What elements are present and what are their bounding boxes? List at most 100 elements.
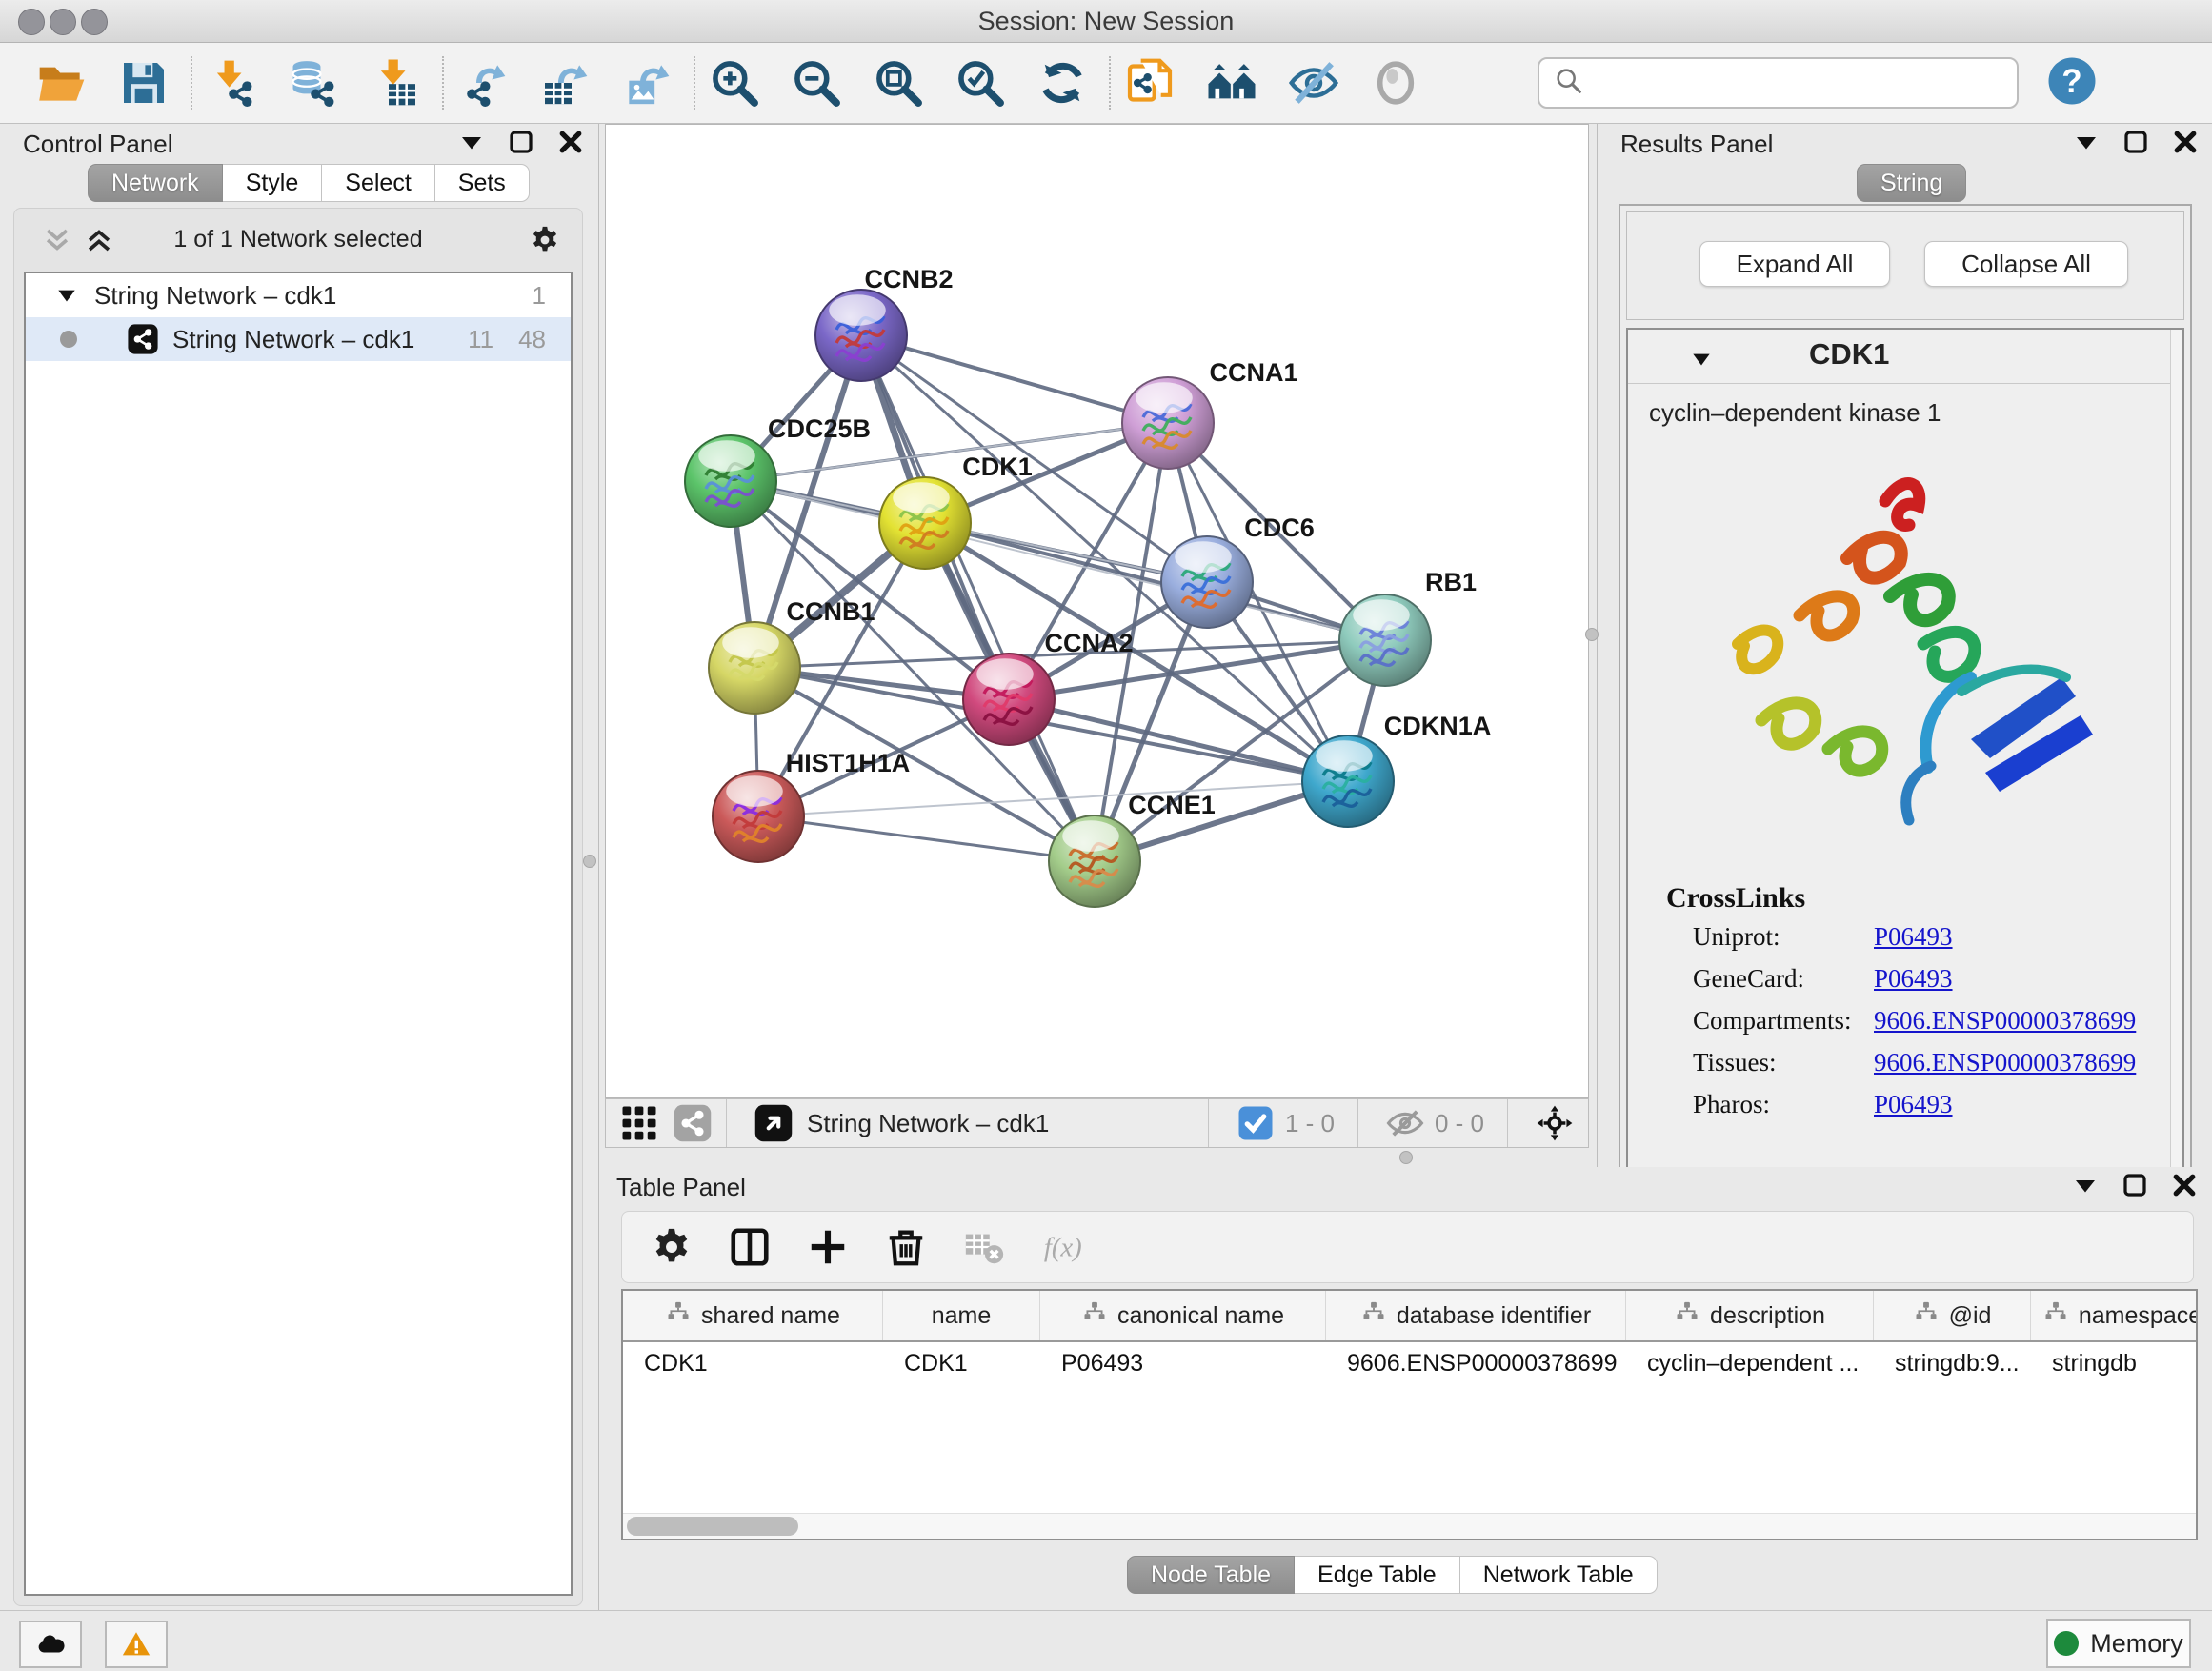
tab-node-table[interactable]: Node Table: [1127, 1556, 1295, 1594]
show-columns-icon[interactable]: [727, 1222, 773, 1272]
table-panel-menu-icon[interactable]: [2071, 1171, 2100, 1206]
results-panel-title: Results Panel: [1620, 130, 1773, 159]
tab-edge-table[interactable]: Edge Table: [1295, 1556, 1460, 1594]
table-horizontal-scrollbar[interactable]: [623, 1513, 2196, 1539]
save-button[interactable]: [116, 54, 171, 111]
network-collection-row[interactable]: String Network – cdk1 1: [26, 273, 571, 317]
table-panel-float-icon[interactable]: [2121, 1171, 2149, 1206]
selected-checkbox-icon[interactable]: [1236, 1103, 1276, 1143]
left-splitter-handle[interactable]: [583, 855, 596, 868]
column-header-name[interactable]: name: [883, 1291, 1040, 1340]
show-eye-button[interactable]: [1368, 54, 1423, 111]
network-node-CCNE1[interactable]: [1049, 815, 1140, 907]
crosslink-label: Tissues:: [1693, 1048, 1777, 1077]
fit-selected-crosshair-icon[interactable]: [1535, 1103, 1575, 1143]
results-panel-close-icon[interactable]: [2171, 128, 2200, 163]
tab-network-table[interactable]: Network Table: [1460, 1556, 1658, 1594]
table-row[interactable]: CDK1CDK1P064939606.ENSP00000378699cyclin…: [623, 1342, 2196, 1384]
crosslink-link[interactable]: 9606.ENSP00000378699: [1874, 1048, 2136, 1077]
function-builder-icon[interactable]: f(x): [1039, 1222, 1085, 1272]
network-node-RB1[interactable]: [1339, 594, 1431, 686]
column-header-canonical-name[interactable]: canonical name: [1040, 1291, 1326, 1340]
results-panel-menu-icon[interactable]: [2072, 128, 2101, 163]
crosslink-link[interactable]: P06493: [1874, 1090, 1953, 1119]
export-image-button[interactable]: [619, 54, 674, 111]
network-edge-CCNE1-HIST1H1A[interactable]: [758, 816, 1095, 861]
column-header-database-identifier[interactable]: database identifier: [1326, 1291, 1626, 1340]
table-options-gear-icon[interactable]: [649, 1222, 694, 1272]
grid-view-icon[interactable]: [619, 1103, 659, 1143]
search-box[interactable]: [1538, 57, 2019, 109]
zoom-selected-button[interactable]: [953, 54, 1008, 111]
memory-button[interactable]: Memory: [2046, 1619, 2191, 1668]
network-node-HIST1H1A[interactable]: [713, 771, 804, 862]
tab-select[interactable]: Select: [322, 164, 434, 202]
table-cell: cyclin–dependent ...: [1626, 1350, 1874, 1378]
tab-sets[interactable]: Sets: [435, 164, 530, 202]
delete-column-icon[interactable]: [883, 1222, 929, 1272]
delete-table-icon[interactable]: [961, 1222, 1007, 1272]
tab-style[interactable]: Style: [223, 164, 323, 202]
crosslink-label: Pharos:: [1693, 1090, 1770, 1118]
results-vertical-scrollbar[interactable]: [2170, 330, 2182, 1172]
network-node-CDC25B[interactable]: [685, 435, 776, 527]
scrollbar-thumb[interactable]: [627, 1517, 798, 1536]
add-column-icon[interactable]: [805, 1222, 851, 1272]
right-splitter-handle[interactable]: [1585, 628, 1599, 641]
control-panel-float-icon[interactable]: [507, 128, 535, 163]
export-network-button[interactable]: [455, 54, 511, 111]
control-panel-menu-icon[interactable]: [457, 128, 486, 163]
tab-network[interactable]: Network: [88, 164, 223, 202]
refresh-button[interactable]: [1035, 54, 1090, 111]
results-panel-float-icon[interactable]: [2122, 128, 2150, 163]
collapse-all-button[interactable]: Collapse All: [1924, 241, 2128, 287]
table-panel-close-icon[interactable]: [2170, 1171, 2199, 1206]
crosslink-link[interactable]: P06493: [1874, 922, 1953, 952]
import-database-button[interactable]: [286, 54, 341, 111]
shared-column-icon: [665, 1299, 701, 1333]
import-network-button[interactable]: [204, 54, 259, 111]
network-node-CDKN1A[interactable]: [1302, 735, 1394, 827]
clone-network-button[interactable]: [1122, 54, 1177, 111]
network-node-CDC6[interactable]: [1161, 536, 1253, 628]
network-node-CDK1[interactable]: [879, 477, 971, 569]
zoom-fit-button[interactable]: [871, 54, 926, 111]
network-graph[interactable]: CCNB2CCNA1CDC25BCDK1CDC6RB1CCNB1CCNA2CDK…: [606, 125, 1588, 1097]
column-header--id[interactable]: @id: [1874, 1291, 2031, 1340]
network-node-CCNA2[interactable]: [963, 654, 1055, 745]
crosslink-link[interactable]: 9606.ENSP00000378699: [1874, 1006, 2136, 1036]
hide-eye-slash-button[interactable]: [1286, 54, 1341, 111]
export-table-button[interactable]: [537, 54, 593, 111]
help-button[interactable]: ?: [2045, 54, 2099, 112]
network-overview-houses-button[interactable]: [1204, 54, 1259, 111]
node-label-RB1: RB1: [1425, 568, 1477, 596]
network-node-CCNB2[interactable]: [815, 290, 907, 381]
open-folder-button[interactable]: [34, 54, 90, 111]
zoom-in-button[interactable]: [707, 54, 762, 111]
cloud-status-button[interactable]: [19, 1621, 82, 1668]
hidden-eye-slash-icon[interactable]: [1385, 1103, 1425, 1143]
expand-all-button[interactable]: Expand All: [1699, 241, 1890, 287]
birdseye-view-icon[interactable]: [754, 1103, 794, 1143]
network-node-CCNA1[interactable]: [1122, 377, 1214, 469]
zoom-out-button[interactable]: [789, 54, 844, 111]
import-table-button[interactable]: [368, 54, 423, 111]
network-edge-CCNB2-CCNE1[interactable]: [861, 335, 1095, 861]
warning-status-button[interactable]: [105, 1621, 168, 1668]
network-row-selected[interactable]: String Network – cdk1 11 48: [26, 317, 571, 361]
search-input[interactable]: [1585, 69, 2017, 98]
single-view-share-icon[interactable]: [673, 1103, 713, 1143]
gene-section-header[interactable]: CDK1: [1628, 330, 2182, 384]
tab-string[interactable]: String: [1857, 164, 1966, 202]
column-header-shared-name[interactable]: shared name: [623, 1291, 883, 1340]
network-options-gear-icon[interactable]: [529, 224, 561, 261]
crosslink-link[interactable]: P06493: [1874, 964, 1953, 994]
column-header-namespace[interactable]: namespace: [2031, 1291, 2198, 1340]
column-header-description[interactable]: description: [1626, 1291, 1874, 1340]
bottom-splitter-handle[interactable]: [1399, 1151, 1413, 1164]
network-canvas[interactable]: CCNB2CCNA1CDC25BCDK1CDC6RB1CCNB1CCNA2CDK…: [605, 124, 1589, 1098]
network-node-CCNB1[interactable]: [709, 622, 800, 714]
control-panel-close-icon[interactable]: [556, 128, 585, 163]
table-cell: stringdb: [2031, 1350, 2198, 1378]
shared-column-icon: [1081, 1299, 1117, 1333]
